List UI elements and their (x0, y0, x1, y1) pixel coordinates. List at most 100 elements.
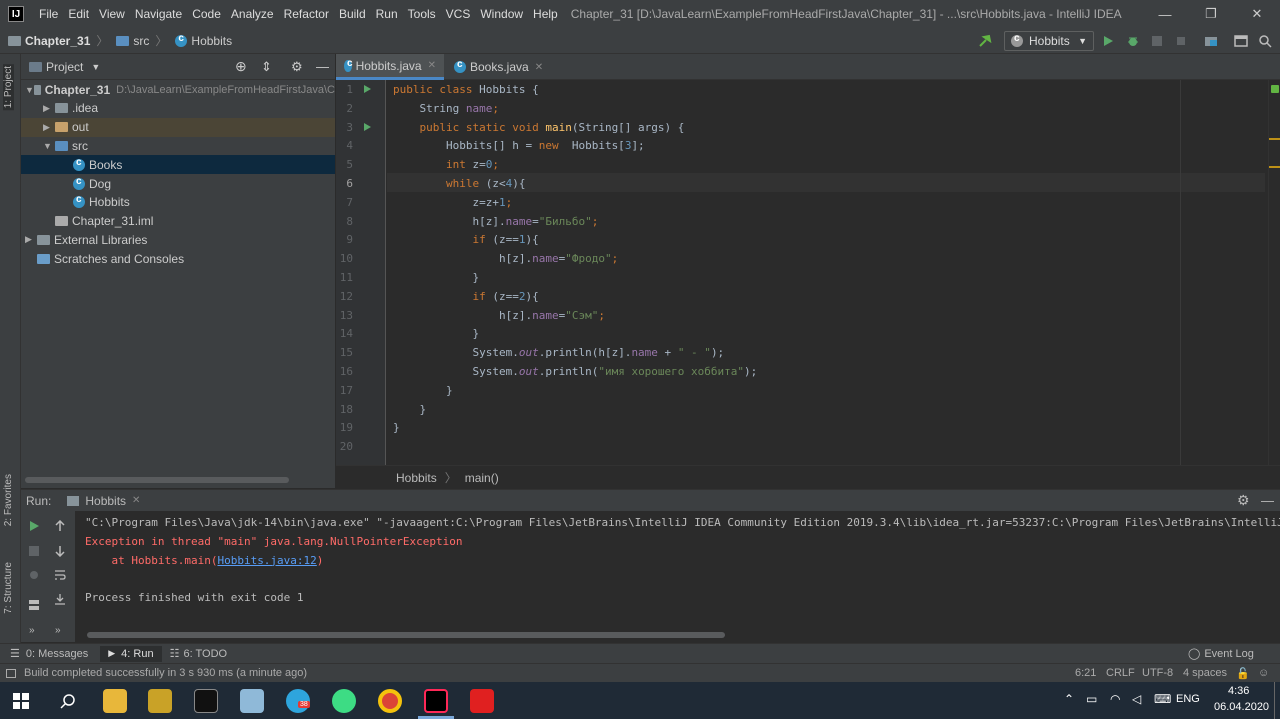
stop-icon[interactable] (28, 545, 40, 557)
warning-marker[interactable] (1269, 166, 1280, 168)
chevron-up-icon[interactable]: ⌃ (1064, 692, 1074, 706)
terminal-icon[interactable] (194, 689, 218, 713)
code-line[interactable]: public static void main(String[] args) { (393, 118, 684, 137)
notes-app-icon[interactable] (240, 689, 264, 713)
menu-refactor[interactable]: Refactor (279, 7, 334, 21)
code-line[interactable]: } (393, 381, 453, 400)
breadcrumb-src[interactable]: src 〉 (116, 32, 167, 49)
indent-setting[interactable]: 4 spaces (1183, 667, 1227, 679)
stacktrace-link[interactable]: Hobbits.java:12 (217, 554, 316, 567)
tree-item-dog[interactable]: Dog (21, 174, 335, 193)
hide-panel-icon[interactable]: — (1261, 493, 1274, 508)
acrobat-icon[interactable] (470, 689, 494, 713)
code-line[interactable]: Hobbits[] h = new Hobbits[3]; (393, 136, 645, 155)
tree-item--idea[interactable]: ▶ .idea (21, 99, 335, 118)
editor-breadcrumb-class[interactable]: Hobbits (396, 471, 437, 485)
debug-icon[interactable] (1126, 34, 1140, 48)
tree-item-chapter-31[interactable]: ▼ Chapter_31 D:\JavaLearn\ExampleFromHeadF… (21, 80, 335, 99)
file-explorer-icon[interactable] (103, 689, 127, 713)
locate-file-icon[interactable]: ⊕ (235, 58, 247, 75)
status-message[interactable]: Build completed successfully in 3 s 930 … (24, 667, 307, 679)
minimize-button[interactable]: — (1142, 0, 1188, 28)
close-tab-icon[interactable]: ✕ (535, 62, 543, 73)
code-line[interactable]: public class Hobbits { (393, 80, 539, 99)
run-gutter-icon[interactable] (364, 85, 371, 93)
chevron-down-icon[interactable]: ▼ (25, 85, 34, 95)
show-desktop-button[interactable] (1274, 682, 1275, 719)
tree-item-scratches-and-consoles[interactable]: Scratches and Consoles (21, 249, 335, 268)
chevron-right-icon[interactable]: ▶ (43, 122, 55, 133)
search-icon[interactable] (60, 693, 76, 709)
code-line[interactable]: int z=0; (393, 155, 499, 174)
menu-code[interactable]: Code (187, 7, 226, 21)
debug-icon[interactable] (28, 569, 40, 581)
battery-icon[interactable]: ▭ (1086, 692, 1097, 706)
tools-app-icon[interactable] (148, 689, 172, 713)
more-icon[interactable]: » (55, 625, 61, 636)
coverage-icon[interactable] (1150, 34, 1164, 48)
code-line[interactable]: } (393, 268, 479, 287)
code-line[interactable]: } (393, 418, 400, 437)
menu-build[interactable]: Build (334, 7, 371, 21)
menu-window[interactable]: Window (475, 7, 528, 21)
gear-icon[interactable]: ⚙ (1237, 492, 1250, 509)
horizontal-scrollbar[interactable] (87, 632, 725, 638)
code-editor[interactable]: public class Hobbits { String name; publ… (387, 80, 1265, 465)
arrow-up-icon[interactable] (54, 520, 66, 532)
chevron-right-icon[interactable]: ▶ (43, 103, 55, 114)
keyboard-icon[interactable]: ⌨ (1154, 692, 1171, 706)
maximize-button[interactable]: ❐ (1188, 0, 1234, 28)
layout-icon[interactable] (28, 599, 40, 611)
menu-help[interactable]: Help (528, 7, 563, 21)
clock-time[interactable]: 4:36 (1228, 685, 1249, 697)
menu-vcs[interactable]: VCS (441, 7, 476, 21)
menu-tools[interactable]: Tools (403, 7, 441, 21)
run-configuration-select[interactable]: Hobbits▼ (1004, 31, 1094, 51)
menu-file[interactable]: File (34, 7, 63, 21)
editor-gutter[interactable]: 1 2 3 4 5 6 7 8 9 10 11 12 13 14 15 16 17 18 19 20 (336, 80, 386, 465)
run-console[interactable]: "C:\Program Files\Java\jdk-14\bin\java.e… (75, 511, 1280, 642)
language-indicator[interactable]: ENG (1176, 693, 1200, 705)
code-line[interactable]: } (393, 400, 426, 419)
chrome-icon[interactable] (378, 689, 402, 713)
wifi-icon[interactable]: ◠ (1110, 692, 1120, 706)
code-line[interactable]: while (z<4){ (393, 174, 526, 193)
chevron-down-icon[interactable]: ▼ (91, 62, 100, 72)
project-view-select[interactable]: Project (46, 60, 83, 74)
status-toggle-icon[interactable] (6, 668, 16, 678)
close-tab-icon[interactable]: ✕ (428, 60, 436, 71)
tree-item-chapter-31-iml[interactable]: Chapter_31.iml (21, 212, 335, 231)
tree-item-hobbits[interactable]: Hobbits (21, 193, 335, 212)
code-line[interactable]: String name; (393, 99, 499, 118)
stop-icon[interactable] (1174, 34, 1188, 48)
more-icon[interactable]: » (29, 625, 35, 636)
build-hammer-icon[interactable] (978, 34, 992, 48)
horizontal-scrollbar[interactable] (25, 477, 289, 483)
hide-panel-icon[interactable]: — (316, 59, 329, 74)
run-icon[interactable] (1101, 34, 1115, 48)
gear-icon[interactable]: ⚙ (291, 59, 303, 75)
project-structure-icon[interactable] (1204, 34, 1218, 48)
android-app-icon[interactable] (332, 689, 356, 713)
warning-marker[interactable] (1269, 138, 1280, 140)
menu-view[interactable]: View (94, 7, 130, 21)
tab-hobbits-java[interactable]: Hobbits.java✕ (336, 54, 444, 80)
no-problems-icon[interactable] (1271, 85, 1279, 93)
tree-item-books[interactable]: Books (21, 155, 335, 175)
close-window-button[interactable]: ✕ (1234, 0, 1280, 28)
event-log-tool-tab[interactable]: ◯ Event Log (1188, 647, 1254, 661)
inspector-icon[interactable]: ☺ (1258, 667, 1269, 679)
lock-icon[interactable]: 🔓 (1236, 667, 1250, 680)
code-line[interactable]: if (z==1){ (393, 230, 538, 249)
editor-breadcrumb-method[interactable]: main() (465, 471, 499, 485)
run-tool-tab[interactable]: ▶ 4: Run (100, 645, 162, 662)
structure-tool-tab[interactable]: 7: Structure (3, 562, 14, 614)
rerun-icon[interactable] (28, 520, 40, 532)
line-separator[interactable]: CRLF (1106, 667, 1135, 679)
editor-scroll-markers[interactable] (1268, 80, 1280, 465)
arrow-down-icon[interactable] (54, 545, 66, 557)
tree-item-src[interactable]: ▼ src (21, 136, 335, 155)
tree-item-external-libraries[interactable]: ▶ External Libraries (21, 230, 335, 249)
clock-date[interactable]: 06.04.2020 (1214, 701, 1269, 713)
volume-icon[interactable]: ◁ (1132, 692, 1141, 706)
